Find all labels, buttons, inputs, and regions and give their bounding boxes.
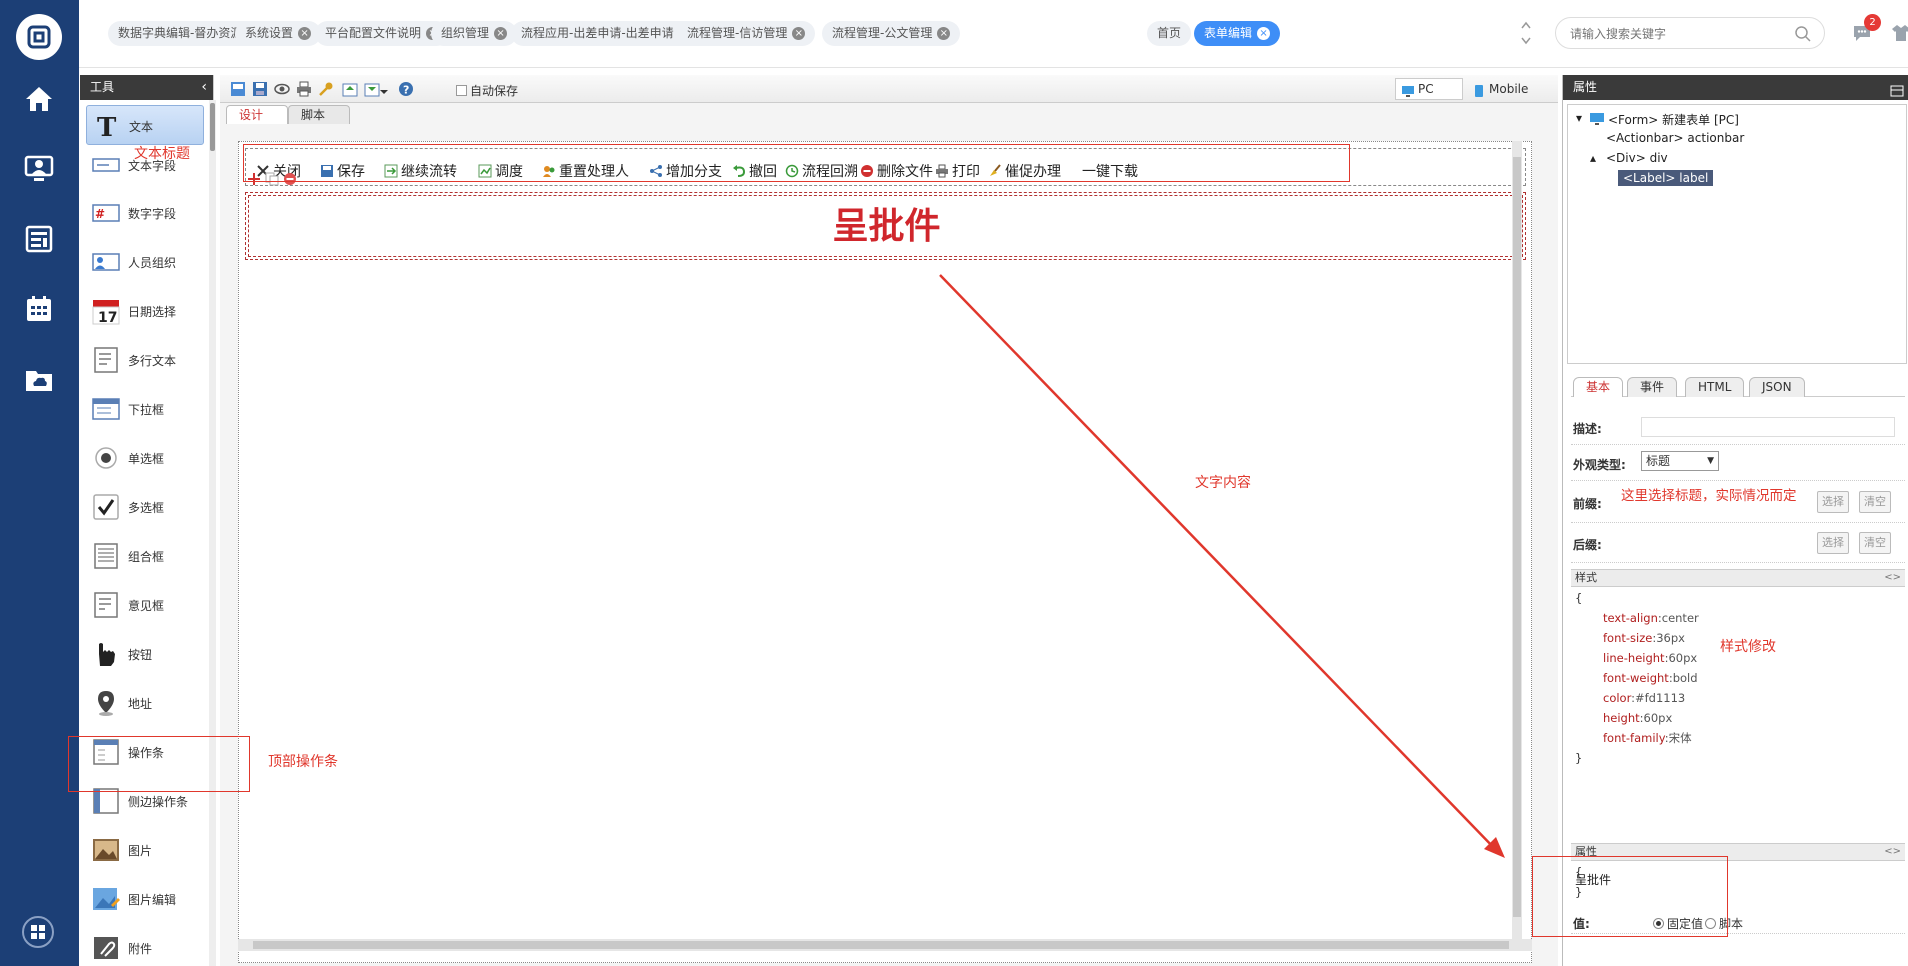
app-root: 数据字典编辑-督办资源× 系统设置× 平台配置文件说明× 组织管理× 流程应用-… <box>0 0 1908 966</box>
annotation-arrow <box>939 274 1505 858</box>
